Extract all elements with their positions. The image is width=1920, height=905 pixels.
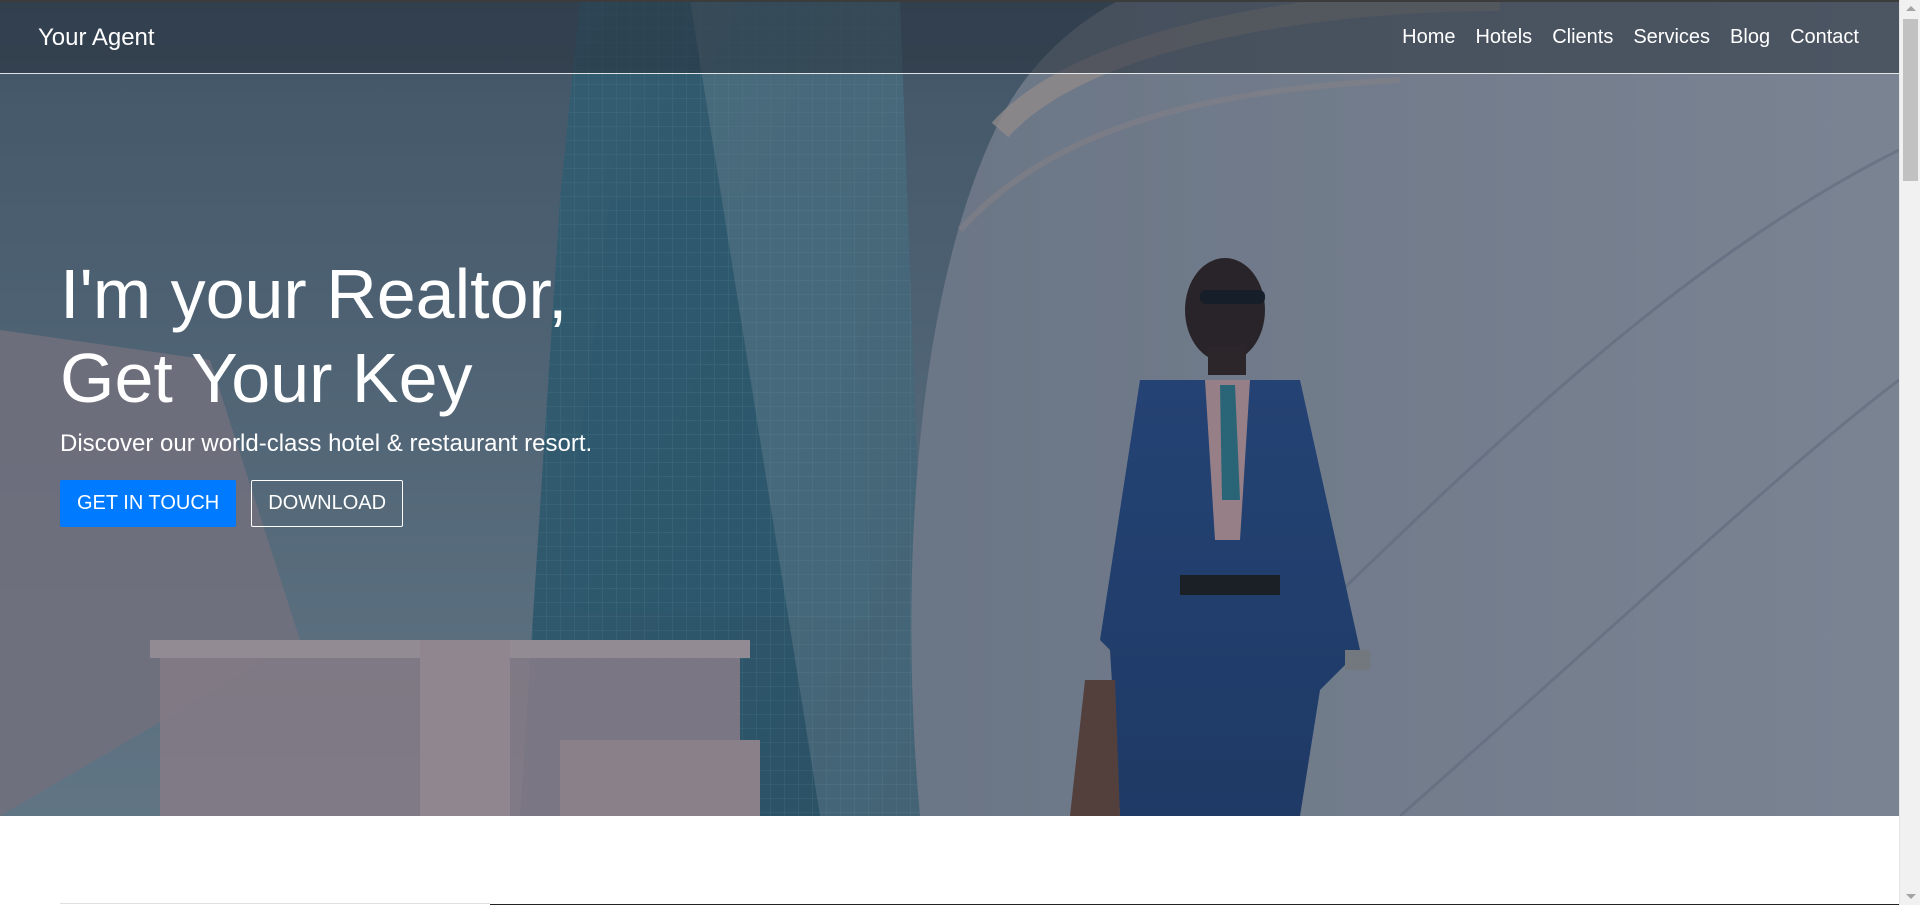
- hero-subtitle: Discover our world-class hotel & restaur…: [60, 430, 593, 457]
- scrollbar-thumb[interactable]: [1903, 19, 1918, 181]
- triangle-up-icon: [1905, 6, 1916, 11]
- divider: [60, 903, 490, 904]
- get-in-touch-button[interactable]: GET IN TOUCH: [60, 480, 237, 527]
- nav-link-home[interactable]: Home: [1392, 26, 1465, 48]
- navbar: Your Agent Home Hotels Clients Services …: [0, 0, 1899, 74]
- nav-link-clients[interactable]: Clients: [1542, 26, 1623, 48]
- nav-link-blog[interactable]: Blog: [1720, 26, 1780, 48]
- scroll-up-button[interactable]: [1900, 0, 1920, 17]
- download-button[interactable]: DOWNLOAD: [251, 480, 404, 527]
- page-viewport: I'm your Realtor, Get Your Key Discover …: [0, 0, 1899, 905]
- brand-logo-link[interactable]: Your Agent: [38, 24, 155, 52]
- scroll-down-button[interactable]: [1900, 888, 1920, 905]
- vertical-scrollbar[interactable]: [1899, 0, 1920, 905]
- hero-title: I'm your Realtor, Get Your Key: [60, 252, 760, 420]
- hero-title-line-2: Get Your Key: [60, 339, 473, 417]
- nav-link-hotels[interactable]: Hotels: [1465, 26, 1542, 48]
- next-section: [0, 816, 1899, 905]
- nav-links: Home Hotels Clients Services Blog Contac…: [1392, 26, 1869, 49]
- triangle-down-icon: [1905, 894, 1916, 899]
- nav-link-contact[interactable]: Contact: [1780, 26, 1869, 48]
- hero-title-line-1: I'm your Realtor,: [60, 255, 568, 333]
- hero-content: I'm your Realtor, Get Your Key Discover …: [60, 252, 760, 527]
- nav-link-services[interactable]: Services: [1623, 26, 1720, 48]
- hero-section: I'm your Realtor, Get Your Key Discover …: [0, 0, 1899, 816]
- hero-buttons: GET IN TOUCH DOWNLOAD: [60, 480, 760, 527]
